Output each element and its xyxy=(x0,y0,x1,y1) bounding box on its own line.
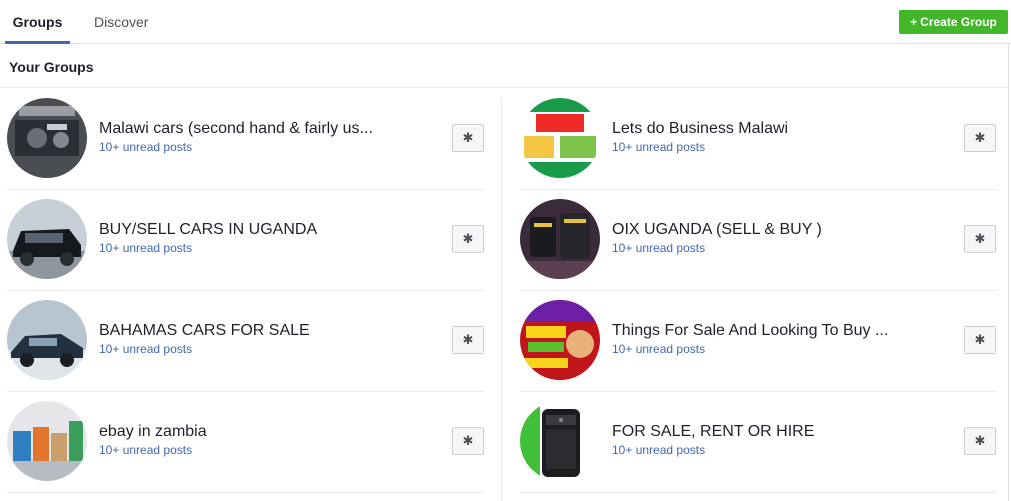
unread-count[interactable]: 10+ unread posts xyxy=(612,443,705,457)
group-name[interactable]: OIX UGANDA (SELL & BUY ) xyxy=(612,221,822,239)
group-name[interactable]: BUY/SELL CARS IN UGANDA xyxy=(99,221,317,239)
group-avatar-suv[interactable] xyxy=(7,199,87,279)
group-avatar-sedan[interactable] xyxy=(7,300,87,380)
group-avatar-bags[interactable] xyxy=(7,401,87,481)
group-avatar-scratch-win[interactable] xyxy=(520,300,600,380)
group-row: OIX UGANDA (SELL & BUY ) 10+ unread post… xyxy=(520,190,997,291)
group-avatar-dfp-flyer[interactable] xyxy=(520,98,600,178)
group-row: BAHAMAS CARS FOR SALE 10+ unread posts ✱ xyxy=(7,291,484,392)
your-groups-header: Your Groups xyxy=(0,44,1008,88)
gear-icon[interactable]: ✱ xyxy=(964,225,996,253)
unread-count[interactable]: 10+ unread posts xyxy=(612,241,705,255)
gear-icon[interactable]: ✱ xyxy=(964,427,996,455)
group-name[interactable]: ebay in zambia xyxy=(99,423,207,441)
gear-icon[interactable]: ✱ xyxy=(452,225,484,253)
group-avatar-phones[interactable] xyxy=(520,199,600,279)
unread-count[interactable]: 10+ unread posts xyxy=(99,342,192,356)
gear-icon[interactable]: ✱ xyxy=(452,326,484,354)
group-row: ebay in zambia 10+ unread posts ✱ xyxy=(7,392,484,493)
create-group-label: Create Group xyxy=(920,15,997,29)
gear-icon[interactable]: ✱ xyxy=(452,124,484,152)
column-divider xyxy=(501,98,502,501)
group-name[interactable]: FOR SALE, RENT OR HIRE xyxy=(612,423,814,441)
group-row: FOR SALE, RENT OR HIRE 10+ unread posts … xyxy=(520,392,997,493)
gear-icon[interactable]: ✱ xyxy=(964,326,996,354)
gear-icon[interactable]: ✱ xyxy=(964,124,996,152)
section-title: Your Groups xyxy=(9,59,94,75)
group-row: Things For Sale And Looking To Buy ... 1… xyxy=(520,291,997,392)
tab-groups[interactable]: Groups xyxy=(5,0,70,44)
create-group-button[interactable]: + Create Group xyxy=(899,10,1008,34)
gear-icon[interactable]: ✱ xyxy=(452,427,484,455)
group-row: Malawi cars (second hand & fairly us... … xyxy=(7,89,484,190)
group-avatar-engine[interactable] xyxy=(7,98,87,178)
unread-count[interactable]: 10+ unread posts xyxy=(612,140,705,154)
group-name[interactable]: Malawi cars (second hand & fairly us... xyxy=(99,120,373,138)
unread-count[interactable]: 10+ unread posts xyxy=(99,140,192,154)
groups-column-right: Lets do Business Malawi 10+ unread posts… xyxy=(520,89,997,493)
groups-column-left: Malawi cars (second hand & fairly us... … xyxy=(7,89,484,493)
plus-icon: + xyxy=(910,15,918,29)
group-row: BUY/SELL CARS IN UGANDA 10+ unread posts… xyxy=(7,190,484,291)
group-name[interactable]: Lets do Business Malawi xyxy=(612,120,788,138)
unread-count[interactable]: 10+ unread posts xyxy=(612,342,705,356)
group-name[interactable]: BAHAMAS CARS FOR SALE xyxy=(99,322,310,340)
tab-bar: Groups Discover xyxy=(0,0,1011,44)
group-row: Lets do Business Malawi 10+ unread posts… xyxy=(520,89,997,190)
tab-discover[interactable]: Discover xyxy=(94,0,148,44)
group-name[interactable]: Things For Sale And Looking To Buy ... xyxy=(612,322,888,340)
unread-count[interactable]: 10+ unread posts xyxy=(99,241,192,255)
group-avatar-blackberry[interactable] xyxy=(520,401,600,481)
unread-count[interactable]: 10+ unread posts xyxy=(99,443,192,457)
